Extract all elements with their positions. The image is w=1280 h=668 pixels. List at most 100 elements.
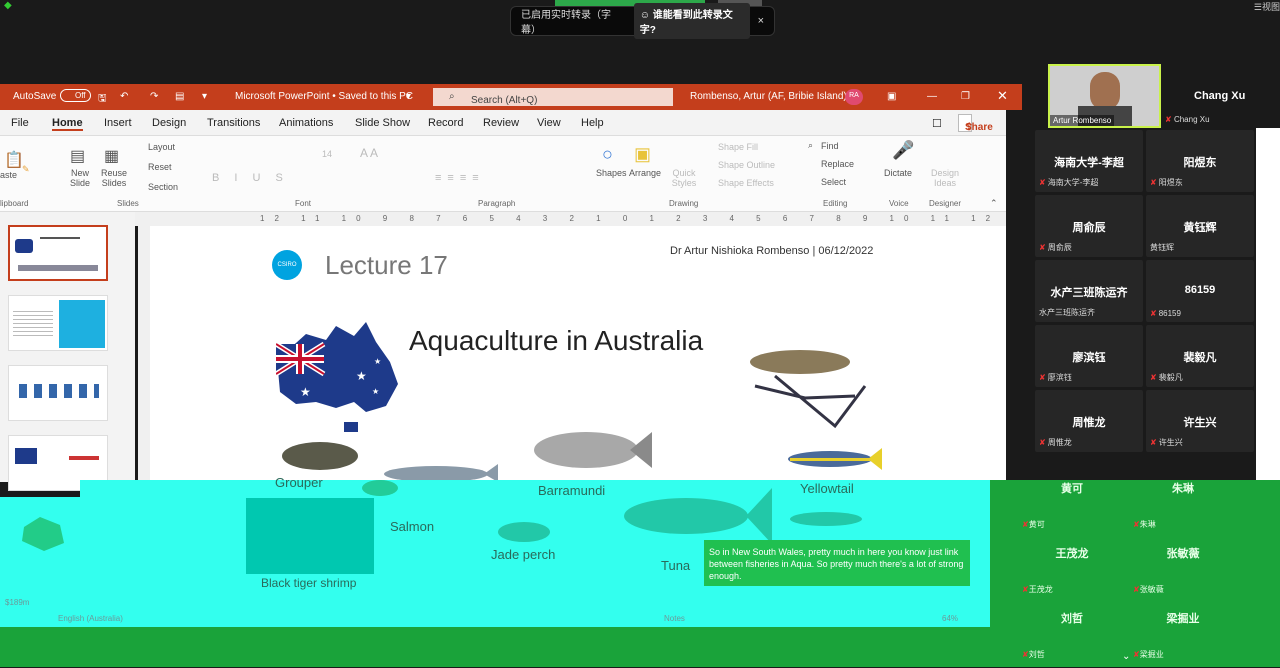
participant-label-text: 阳煜东	[1158, 178, 1183, 187]
shield-icon: ◆	[4, 0, 12, 11]
search-icon: ⌕	[449, 91, 455, 102]
new-slide-icon[interactable]: ▤	[70, 146, 85, 166]
participant-tile[interactable]: 梁掘业 ✘梁掘业	[1129, 606, 1237, 668]
tab-record[interactable]: Record	[428, 117, 463, 129]
autosave-toggle[interactable]: Off	[60, 89, 91, 102]
participant-tile[interactable]: 海南大学-李超 ✘ 海南大学-李超	[1035, 130, 1143, 192]
tab-animations[interactable]: Animations	[279, 117, 333, 129]
align-buttons[interactable]: ≡≡≡≡	[435, 172, 485, 184]
mic-muted-icon: ✘	[1150, 438, 1157, 447]
participant-tile[interactable]: 水产三班陈运齐 水产三班陈运齐	[1035, 260, 1143, 322]
tab-insert[interactable]: Insert	[104, 117, 132, 129]
design-ideas-button[interactable]: Design Ideas	[928, 168, 962, 188]
participant-tile[interactable]: 张敏薇 ✘张敏薇	[1129, 541, 1237, 603]
participant-tile[interactable]: 刘哲 ✘刘哲	[1018, 606, 1126, 668]
quick-styles-button[interactable]: Quick Styles	[668, 168, 700, 188]
paste-icon[interactable]: 📋	[4, 150, 24, 170]
close-icon[interactable]: ×	[758, 15, 764, 27]
slide-thumbnail[interactable]	[8, 295, 108, 351]
language-status[interactable]: English (Australia)	[58, 614, 123, 623]
share-button[interactable]: ⇪ Share	[958, 114, 993, 133]
participant-tile[interactable]: 许生兴 ✘ 许生兴	[1146, 390, 1254, 452]
tab-help[interactable]: Help	[581, 117, 604, 129]
chevron-down-icon[interactable]: ▾	[406, 91, 411, 102]
replace-button[interactable]: Replace	[821, 159, 854, 169]
participant-name: 刘哲	[1061, 613, 1083, 625]
collapse-ribbon-icon[interactable]: ⌃	[990, 198, 998, 209]
participant-tile[interactable]: 廖滨钰 ✘ 廖滨钰	[1035, 325, 1143, 387]
redo-icon[interactable]: ↷	[150, 91, 158, 102]
shape-outline-button[interactable]: Shape Outline	[718, 160, 775, 170]
slide-thumbnail[interactable]	[8, 365, 108, 421]
tab-transitions[interactable]: Transitions	[207, 117, 260, 129]
undo-icon[interactable]: ↶	[120, 91, 128, 102]
arrange-icon[interactable]: ▣	[634, 144, 651, 165]
participant-tile[interactable]: 阳煜东 ✘ 阳煜东	[1146, 130, 1254, 192]
grow-font-icon[interactable]: A A	[360, 146, 378, 160]
participant-tile[interactable]: 王茂龙 ✘王茂龙	[1018, 541, 1126, 603]
tab-home[interactable]: Home	[52, 117, 83, 131]
group-label: Designer	[929, 199, 962, 208]
shape-effects-button[interactable]: Shape Effects	[718, 178, 774, 188]
find-button[interactable]: Find	[821, 141, 839, 151]
shapes-icon[interactable]: ○	[602, 144, 613, 165]
layout-button[interactable]: Layout	[148, 142, 175, 152]
group-label: Editing	[823, 199, 848, 208]
participant-label: ✘ 廖滨钰	[1039, 372, 1072, 383]
participant-tile[interactable]: 黄钰辉 黄钰辉	[1146, 195, 1254, 257]
format-painter-icon[interactable]: ✎	[22, 164, 30, 175]
participant-label-text: 王茂龙	[1028, 585, 1053, 594]
microphone-icon[interactable]: 🎤	[892, 140, 914, 161]
caption-visibility-link[interactable]: ☺ 谁能看到此转录文字?	[633, 3, 750, 39]
maximize-icon[interactable]: ❐	[961, 91, 970, 102]
section-button[interactable]: Section	[148, 182, 178, 192]
participant-tile[interactable]: 裴毅凡 ✘ 裴毅凡	[1146, 325, 1254, 387]
group-label: Voice	[889, 199, 909, 208]
participant-tile[interactable]: 周惟龙 ✘ 周惟龙	[1035, 390, 1143, 452]
save-icon[interactable]: 🖫	[98, 91, 107, 108]
comments-icon[interactable]: ☐	[932, 117, 942, 130]
tab-file[interactable]: File	[11, 117, 29, 129]
arrange-button[interactable]: Arrange	[629, 168, 661, 178]
tab-design[interactable]: Design	[152, 117, 186, 129]
tab-view[interactable]: View	[537, 117, 561, 129]
thumbnail-value: $189m	[5, 598, 30, 607]
chevron-down-icon[interactable]: ▾	[202, 91, 207, 102]
caption-banner-text: 已启用实时转录（字幕）	[521, 10, 611, 36]
svg-text:★: ★	[372, 387, 379, 396]
caption-banner: 已启用实时转录（字幕） ☺ 谁能看到此转录文字? ×	[510, 3, 775, 39]
participant-name: 王茂龙	[1055, 548, 1089, 560]
search-input[interactable]: ⌕ Search (Alt+Q)	[433, 88, 673, 106]
minimize-icon[interactable]: —	[927, 91, 937, 102]
font-size-box[interactable]: 14	[322, 149, 332, 159]
side-panel-edge	[1256, 128, 1280, 480]
reset-button[interactable]: Reset	[148, 162, 172, 172]
present-icon[interactable]: ▤	[175, 91, 184, 102]
close-window-icon[interactable]: ✕	[997, 88, 1008, 104]
participant-tile[interactable]: 朱琳 ✘朱琳	[1129, 476, 1237, 538]
select-button[interactable]: Select	[821, 177, 846, 187]
shape-fill-button[interactable]: Shape Fill	[718, 142, 758, 152]
reuse-slides-button[interactable]: Reuse Slides	[100, 168, 128, 188]
avatar[interactable]: RA	[845, 89, 863, 105]
ribbon-display-icon[interactable]: ▣	[887, 91, 896, 102]
notes-button[interactable]: Notes	[664, 614, 685, 623]
slide-thumbnail[interactable]	[8, 225, 108, 281]
dictate-button[interactable]: Dictate	[884, 168, 912, 178]
new-slide-button[interactable]: New Slide	[67, 168, 93, 188]
find-icon[interactable]: ⌕	[808, 140, 813, 151]
view-button[interactable]: ☰视图	[1254, 0, 1280, 13]
font-style-buttons[interactable]: B I U S	[212, 172, 289, 184]
participant-tile[interactable]: 86159 ✘ 86159	[1146, 260, 1254, 322]
group-label: Font	[295, 199, 312, 208]
zoom-level[interactable]: 64%	[942, 614, 958, 623]
tab-slide-show[interactable]: Slide Show	[355, 117, 410, 129]
tab-review[interactable]: Review	[483, 117, 519, 129]
reuse-slides-icon[interactable]: ▦	[104, 146, 119, 166]
paste-label[interactable]: aste	[0, 170, 17, 180]
australia-flag-map: ★ ★ ★ ★	[276, 322, 398, 432]
participant-tile[interactable]: 黄可 ✘黄可	[1018, 476, 1126, 538]
shapes-button[interactable]: Shapes	[596, 168, 627, 178]
participant-tile[interactable]: 周俞辰 ✘ 周俞辰	[1035, 195, 1143, 257]
group-label: Drawing	[669, 199, 699, 208]
